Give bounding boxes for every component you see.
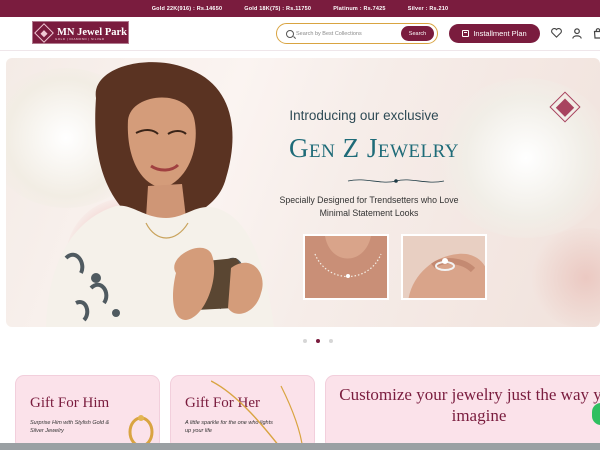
calendar-icon: [462, 30, 470, 37]
diamond-logo-icon: [34, 22, 54, 43]
rate-platinum: Platinum : Rs.7425: [333, 5, 386, 12]
search-icon: [286, 30, 294, 38]
search-button[interactable]: Search: [401, 26, 434, 41]
carousel-dot-active[interactable]: [316, 339, 320, 343]
hero-subtitle: Specially Designed for Trendsetters who …: [279, 195, 459, 218]
rate-gold-18k: Gold 18K(75) : Rs.11750: [244, 5, 312, 12]
model-photo: [46, 62, 274, 327]
ring-thumbnail[interactable]: [401, 234, 487, 300]
card-description: Surprise Him with Stylish Gold & Silver …: [30, 420, 110, 434]
customize-title: Customize your jewelry just the way you …: [339, 385, 600, 425]
brand-tagline: GOLD | DIAMOND | SILVER: [55, 37, 105, 41]
hero-title: Gen Z Jewelry: [289, 133, 459, 163]
gift-for-her-card[interactable]: Gift For Her A little sparkle for the on…: [170, 375, 315, 450]
search-input[interactable]: [296, 27, 402, 41]
carousel-dot[interactable]: [303, 339, 307, 343]
heart-icon[interactable]: [549, 25, 563, 41]
installment-plan-label: Installment Plan: [473, 29, 527, 38]
card-title: Gift For Him: [30, 395, 110, 411]
installment-plan-button[interactable]: Installment Plan: [449, 24, 540, 43]
rate-gold-22k: Gold 22K(916) : Rs.14650: [151, 5, 223, 12]
rate-silver: Silver : Rs.210: [407, 5, 449, 12]
customize-jewelry-card[interactable]: Customize your jewelry just the way you …: [325, 375, 600, 450]
necklace-image: [211, 380, 304, 449]
hero-intro: Introducing our exclusive: [289, 108, 439, 123]
brand-logo[interactable]: MN Jewel Park GOLD | DIAMOND | SILVER: [32, 21, 129, 44]
gift-for-him-card[interactable]: Gift For Him Surprise Him with Stylish G…: [15, 375, 160, 450]
cart-icon[interactable]: [591, 25, 600, 41]
flourish-divider: [347, 179, 445, 183]
carousel-dot[interactable]: [329, 339, 333, 343]
hero-banner[interactable]: Introducing our exclusive Gen Z Jewelry …: [6, 58, 600, 327]
carousel-dots: [303, 339, 333, 343]
search-bar: Search: [276, 23, 438, 44]
rate-ticker: Gold 22K(916) : Rs.14650 Gold 18K(75) : …: [0, 0, 600, 17]
horizontal-scrollbar[interactable]: [0, 443, 600, 450]
user-icon[interactable]: [570, 25, 584, 41]
necklace-thumbnail[interactable]: [303, 234, 389, 300]
whatsapp-chat-icon[interactable]: [592, 403, 600, 425]
